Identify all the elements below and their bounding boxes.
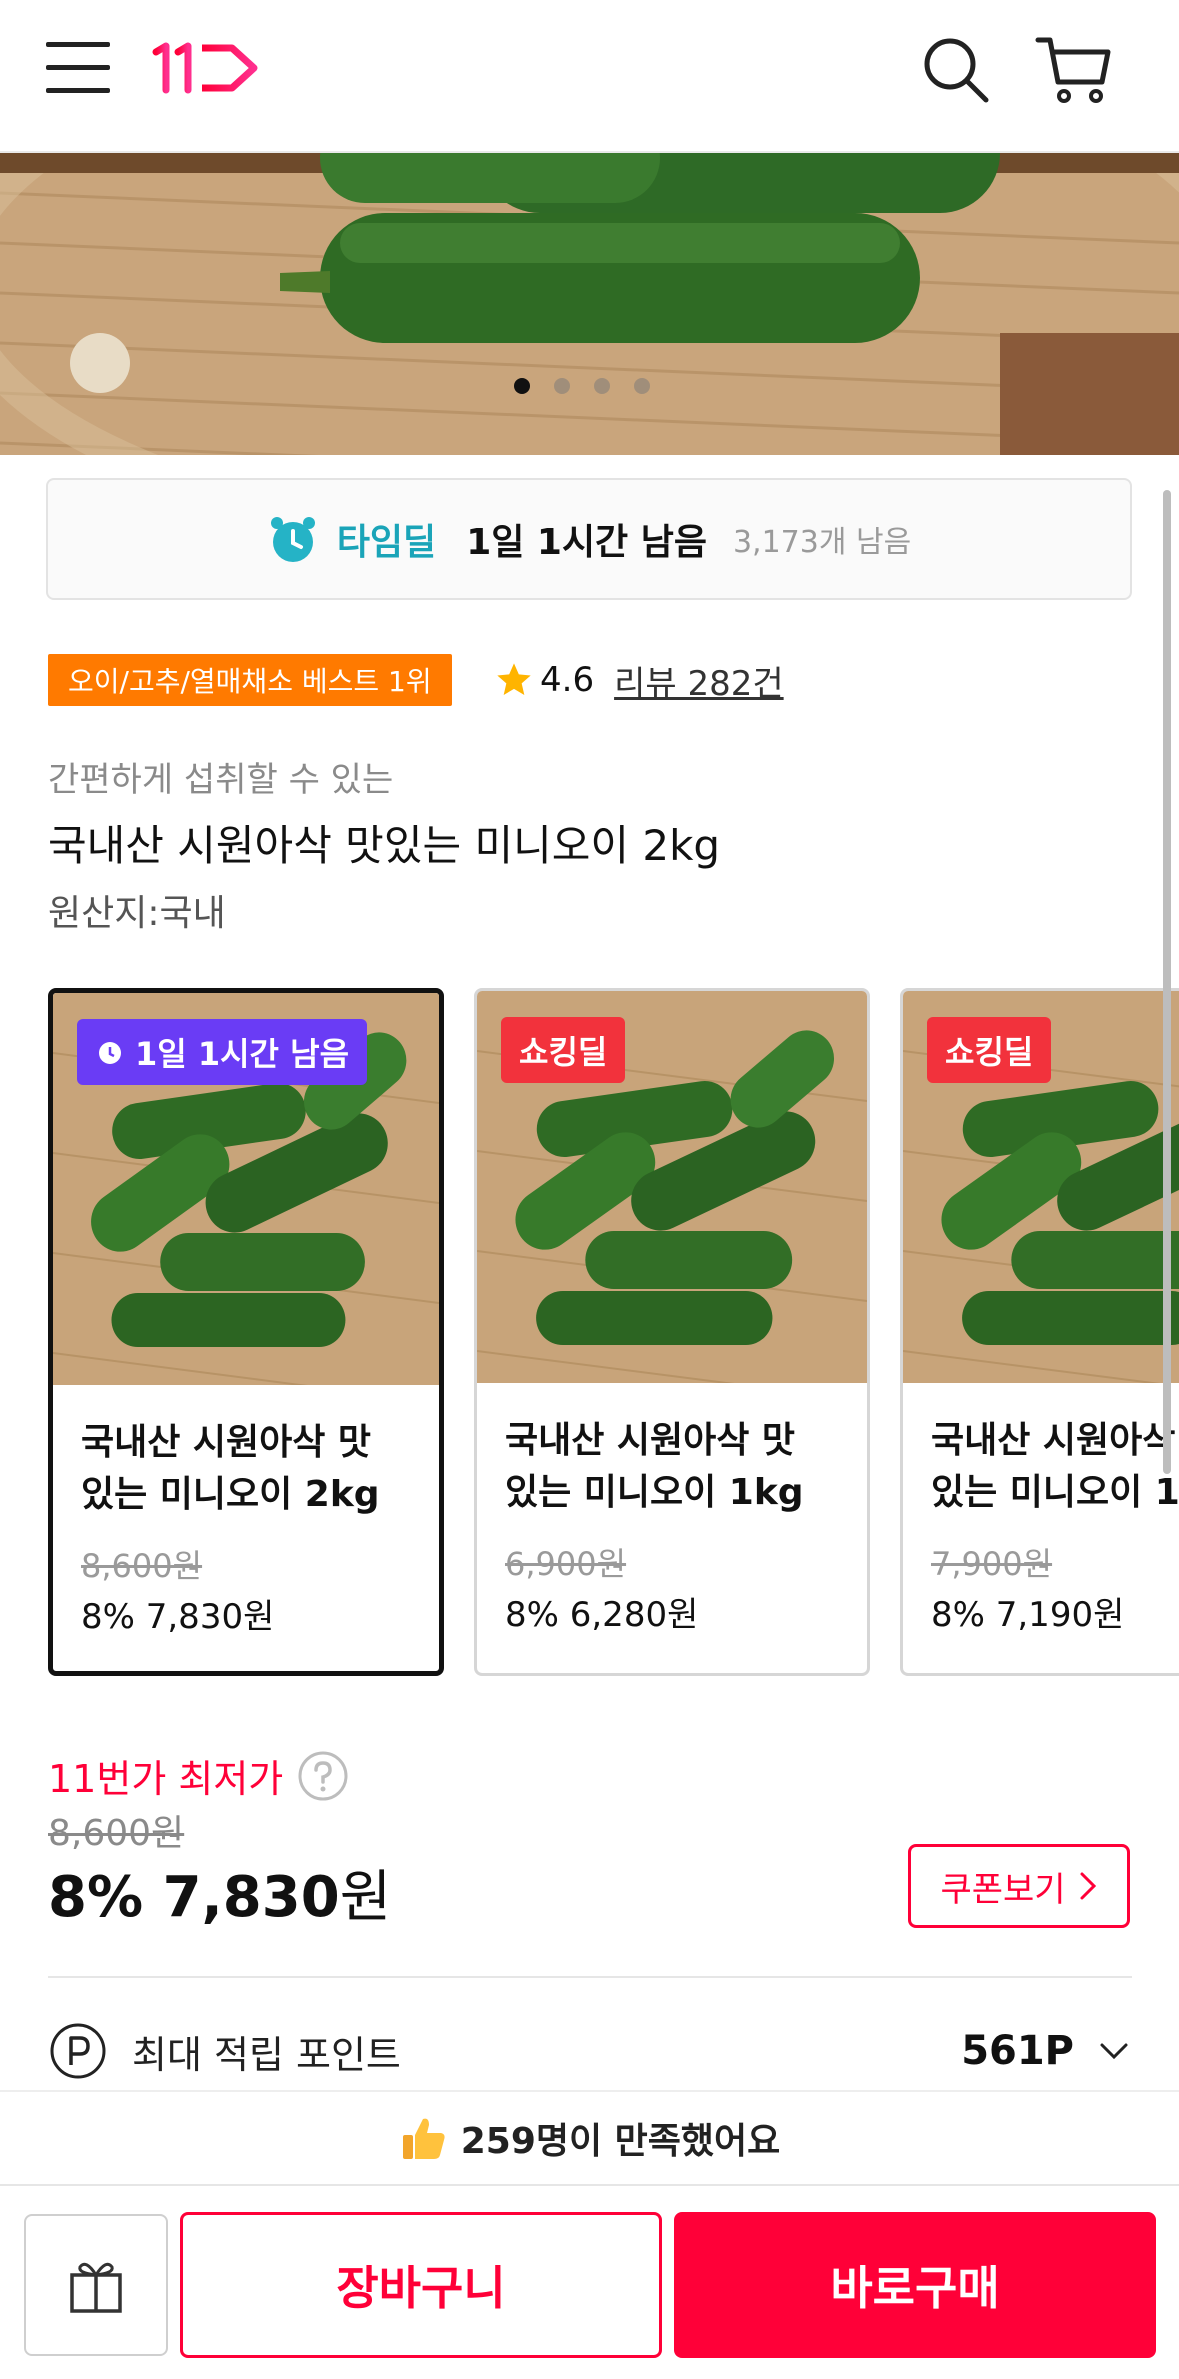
logo[interactable] <box>150 38 270 98</box>
option-original-price: 8,600원 <box>81 1547 203 1585</box>
buy-now-button[interactable]: 바로구매 <box>674 2212 1156 2358</box>
carousel-dot[interactable] <box>634 378 650 394</box>
alarm-clock-icon <box>270 517 315 562</box>
chevron-right-icon <box>1080 1872 1096 1900</box>
original-price: 8,600원 <box>48 1813 185 1854</box>
option-name-line: 있는 미니오이 1 <box>931 1472 1179 1513</box>
option-tag: 쇼킹딜 <box>501 1017 626 1083</box>
add-to-cart-button[interactable]: 장바구니 <box>180 2212 662 2358</box>
point-icon <box>50 2023 106 2079</box>
option-price: 8% 7,190원 <box>931 1595 1125 1635</box>
chevron-down-icon[interactable] <box>1096 2033 1132 2069</box>
option-name: 국내산 시원아삭 있는 미니오이 1 <box>931 1415 1179 1519</box>
option-tag: 쇼킹딜 <box>927 1017 1052 1083</box>
search-icon[interactable] <box>920 34 992 106</box>
option-name: 국내산 시원아삭 맛 있는 미니오이 1kg <box>505 1415 855 1519</box>
currency-unit: 원 <box>339 1865 392 1930</box>
product-image-carousel[interactable] <box>0 153 1179 455</box>
lowest-price-label: 11번가 최저가 <box>48 1757 284 1801</box>
option-name-line: 국내산 시원아삭 맛 <box>505 1420 796 1461</box>
option-name-line: 국내산 시원아삭 맛 <box>81 1422 372 1463</box>
product-subtitle: 간편하게 섭취할 수 있는 <box>48 760 394 800</box>
menu-icon[interactable] <box>46 40 112 96</box>
points-value: 561P <box>961 2028 1074 2074</box>
coupon-button-label: 쿠폰보기 <box>940 1869 1066 1910</box>
rating-value: 4.6 <box>540 660 595 700</box>
cucumber-photo <box>0 153 1179 455</box>
satisfaction-bar[interactable]: 259명이 만족했어요 <box>0 2090 1179 2184</box>
product-origin: 원산지:국내 <box>48 893 226 934</box>
star-icon <box>497 663 531 695</box>
scrollbar[interactable] <box>1163 490 1171 1474</box>
option-name-line: 있는 미니오이 1kg <box>505 1472 804 1513</box>
carousel-dot[interactable] <box>594 378 610 394</box>
product-title: 국내산 시원아삭 맛있는 미니오이 2kg <box>48 821 721 870</box>
divider <box>48 1976 1132 1978</box>
carousel-dot[interactable] <box>554 378 570 394</box>
satisfaction-text: 259명이 만족했어요 <box>460 2121 781 2162</box>
timedeal-stock: 3,173개 남음 <box>732 525 912 560</box>
final-price-value: 8% 7,830 <box>48 1865 340 1930</box>
option-original-price: 6,900원 <box>505 1545 627 1583</box>
thumbs-up-icon <box>402 2118 445 2159</box>
best-seller-badge[interactable]: 오이/고추/열매채소 베스트 1위 <box>48 654 452 706</box>
option-card[interactable]: 쇼킹딜 국내산 시원아삭 맛 있는 미니오이 1kg 6,900원 8% 6,2… <box>474 988 870 1676</box>
review-link[interactable]: 리뷰 282건 <box>614 656 784 705</box>
option-card[interactable]: 쇼킹딜 국내산 시원아삭 있는 미니오이 1 7,900원 8% 7,190원 <box>900 988 1179 1676</box>
top-header <box>0 0 1179 153</box>
option-price: 8% 7,830원 <box>81 1597 275 1637</box>
option-carousel[interactable]: 1일 1시간 남음 국내산 시원아삭 맛 있는 미니오이 2kg 8,600원 … <box>48 988 1179 1678</box>
cart-icon[interactable] <box>1034 32 1114 108</box>
gift-icon <box>70 2262 122 2313</box>
option-original-price: 7,900원 <box>931 1545 1053 1583</box>
timedeal-banner: 타임딜 1일 1시간 남음 3,173개 남음 <box>46 478 1132 600</box>
carousel-dot[interactable] <box>514 378 530 394</box>
rating-summary: 4.6 리뷰 282건 <box>494 654 784 706</box>
option-name: 국내산 시원아삭 맛 있는 미니오이 2kg <box>81 1417 431 1521</box>
gift-button[interactable] <box>24 2214 168 2356</box>
option-card[interactable]: 1일 1시간 남음 국내산 시원아삭 맛 있는 미니오이 2kg 8,600원 … <box>48 988 444 1676</box>
lowest-price-row: 11번가 최저가 <box>48 1748 349 1803</box>
bottom-action-bar: 장바구니 바로구매 <box>0 2184 1179 2379</box>
option-price: 8% 6,280원 <box>505 1595 699 1635</box>
coupon-button[interactable]: 쿠폰보기 <box>908 1844 1130 1928</box>
timedeal-label: 타임딜 <box>336 522 437 563</box>
option-name-line: 있는 미니오이 2kg <box>81 1474 380 1515</box>
carousel-indicator <box>514 378 650 394</box>
points-label: 최대 적립 포인트 <box>132 2032 401 2077</box>
option-tag-label: 1일 1시간 남음 <box>135 1035 350 1073</box>
timedeal-remaining: 1일 1시간 남음 <box>466 522 707 563</box>
points-row[interactable]: 최대 적립 포인트 561P <box>48 2016 1132 2086</box>
option-tag: 1일 1시간 남음 <box>77 1019 368 1085</box>
help-icon[interactable] <box>297 1750 349 1802</box>
option-name-line: 국내산 시원아삭 <box>931 1420 1176 1461</box>
final-price: 8% 7,830원 <box>48 1852 391 1933</box>
alarm-clock-icon <box>99 1042 121 1064</box>
